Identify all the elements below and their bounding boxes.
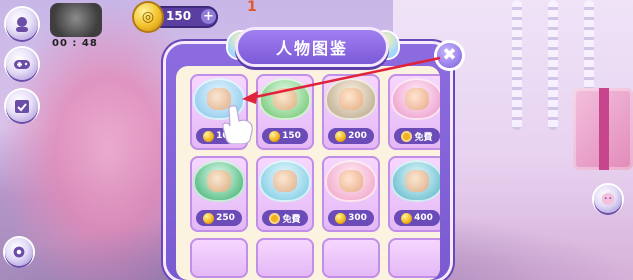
- tutorial-arrow: [242, 56, 441, 104]
- arrow-line: [254, 56, 441, 99]
- pointing-hand-icon: [222, 105, 253, 144]
- arrowhead: [242, 91, 258, 104]
